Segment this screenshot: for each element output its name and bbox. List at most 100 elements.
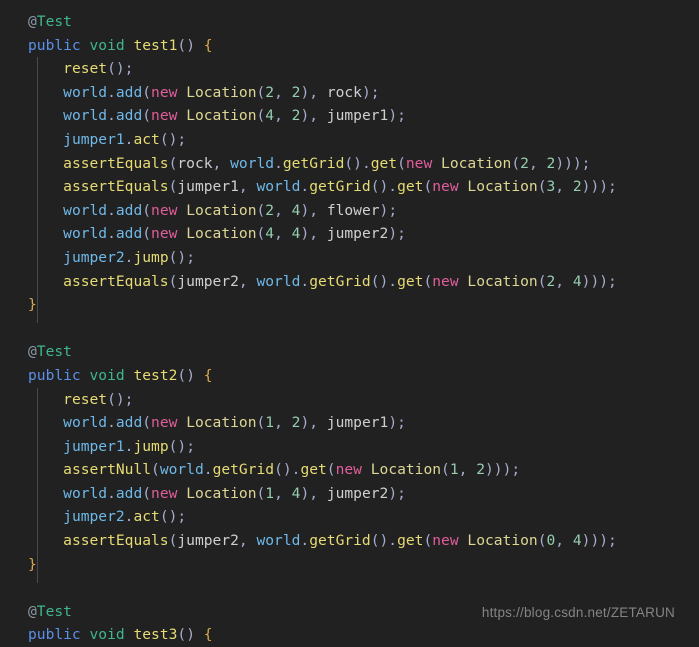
code-token: add bbox=[115, 83, 143, 101]
code-token: 2 bbox=[476, 461, 486, 479]
code-token: new bbox=[151, 484, 178, 502]
code-line[interactable]: } bbox=[0, 553, 699, 577]
code-line[interactable]: public void test3() { bbox=[0, 623, 699, 647]
code-token: Test bbox=[36, 13, 72, 30]
code-token: Location bbox=[186, 201, 257, 219]
code-editor[interactable]: @Test public void test1() { reset(); worl… bbox=[0, 0, 699, 643]
code-token: . bbox=[107, 83, 116, 101]
code-token: public bbox=[28, 366, 81, 384]
code-line[interactable]: assertEquals (jumper1, world.getGrid().ge… bbox=[0, 175, 699, 199]
code-token: test3 bbox=[133, 626, 178, 644]
code-token: jumper2 bbox=[63, 248, 125, 266]
code-line[interactable]: world.add(new Location(2, 4), flower); bbox=[0, 199, 699, 223]
code-token: assertEquals bbox=[63, 178, 169, 196]
code-token: void bbox=[89, 366, 125, 384]
code-token: , bbox=[238, 272, 257, 290]
code-line[interactable]: world.add(new Location(4, 2), jumper1); bbox=[0, 104, 699, 128]
code-token: } bbox=[28, 296, 37, 314]
code-token: assertEquals bbox=[63, 272, 169, 290]
code-line[interactable]: @Test bbox=[0, 10, 699, 34]
code-token: Location bbox=[370, 461, 442, 479]
code-token: 1 bbox=[449, 461, 459, 479]
code-token: test2 bbox=[133, 366, 178, 384]
code-line[interactable]: } bbox=[0, 293, 699, 317]
code-line[interactable]: jumper1.act(); bbox=[0, 128, 699, 152]
code-token: . bbox=[203, 461, 213, 479]
code-line[interactable]: world.add(new Location(1, 4), jumper2); bbox=[0, 482, 699, 506]
code-token: world bbox=[63, 225, 108, 243]
code-token: (). bbox=[370, 532, 398, 550]
code-token: get bbox=[397, 272, 424, 290]
code-token: ); bbox=[361, 83, 380, 101]
code-line[interactable] bbox=[0, 576, 699, 600]
code-line[interactable]: jumper2.jump(); bbox=[0, 246, 699, 270]
code-token: new bbox=[151, 225, 178, 243]
code-lines-container[interactable]: @Test public void test1() { reset(); worl… bbox=[0, 10, 699, 647]
code-line[interactable]: assertEquals (jumper2, world.getGrid().ge… bbox=[0, 270, 699, 294]
code-line[interactable]: public void test1() { bbox=[0, 34, 699, 58]
code-line[interactable]: reset(); bbox=[0, 57, 699, 81]
code-line[interactable]: jumper1.jump(); bbox=[0, 435, 699, 459]
code-line[interactable]: reset(); bbox=[0, 388, 699, 412]
code-token: ( bbox=[256, 107, 266, 125]
code-token: ( bbox=[142, 225, 152, 243]
code-token: { bbox=[203, 626, 213, 644]
code-token: get bbox=[300, 461, 327, 479]
code-token: , bbox=[274, 225, 292, 243]
code-token: act bbox=[133, 508, 160, 526]
code-token: , bbox=[528, 154, 547, 172]
code-token: public bbox=[28, 626, 81, 644]
code-token: ( bbox=[142, 201, 152, 219]
code-token: add bbox=[115, 414, 143, 432]
code-line[interactable]: public void test2() { bbox=[0, 364, 699, 388]
code-token: 4 bbox=[265, 225, 275, 243]
code-token: jumper1 bbox=[63, 130, 125, 148]
code-token: ( bbox=[142, 107, 152, 125]
code-token: ( bbox=[256, 83, 266, 101]
code-token: 2 bbox=[546, 272, 556, 290]
watermark-text: https://blog.csdn.net/ZETARUN bbox=[481, 605, 675, 620]
code-token: Location bbox=[467, 272, 538, 290]
code-token: new bbox=[432, 178, 459, 196]
code-token: Location bbox=[186, 107, 257, 125]
code-token: world bbox=[230, 154, 275, 172]
code-token: new bbox=[151, 414, 178, 432]
code-token: jumper2 bbox=[326, 484, 389, 502]
code-token: 0 bbox=[546, 532, 556, 550]
code-token: test1 bbox=[133, 36, 178, 54]
code-token: ( bbox=[423, 178, 433, 196]
code-token: getGrid bbox=[309, 532, 371, 550]
code-line[interactable]: assertEquals(rock, world.getGrid().get(n… bbox=[0, 152, 699, 176]
code-token: 1 bbox=[265, 414, 275, 432]
code-line[interactable]: world.add(new Location(4, 4), jumper2); bbox=[0, 222, 699, 246]
code-token: add bbox=[115, 225, 143, 243]
code-token: act bbox=[133, 130, 160, 148]
code-line[interactable]: assertNull(world.getGrid().get(new Locat… bbox=[0, 458, 699, 482]
code-line[interactable] bbox=[0, 317, 699, 341]
code-token: ))); bbox=[581, 532, 617, 550]
code-line[interactable]: world.add(new Location(1, 2), jumper1); bbox=[0, 411, 699, 435]
code-token: get bbox=[397, 178, 424, 196]
code-token: reset bbox=[63, 60, 108, 78]
code-token: new bbox=[151, 201, 178, 219]
code-token: new bbox=[151, 83, 178, 101]
code-token: ( bbox=[142, 83, 152, 101]
code-line[interactable]: world.add(new Location(2, 2), rock); bbox=[0, 81, 699, 105]
code-token: , bbox=[458, 461, 477, 479]
code-token: (). bbox=[370, 178, 398, 196]
code-line[interactable]: jumper2.act(); bbox=[0, 505, 699, 529]
code-token: @ bbox=[28, 343, 37, 361]
code-token: getGrid bbox=[309, 272, 371, 290]
code-line[interactable]: assertEquals (jumper2, world.getGrid().ge… bbox=[0, 529, 699, 553]
code-token: ( bbox=[423, 272, 433, 290]
code-token: world bbox=[63, 201, 108, 219]
code-line[interactable]: @Test bbox=[0, 340, 699, 364]
